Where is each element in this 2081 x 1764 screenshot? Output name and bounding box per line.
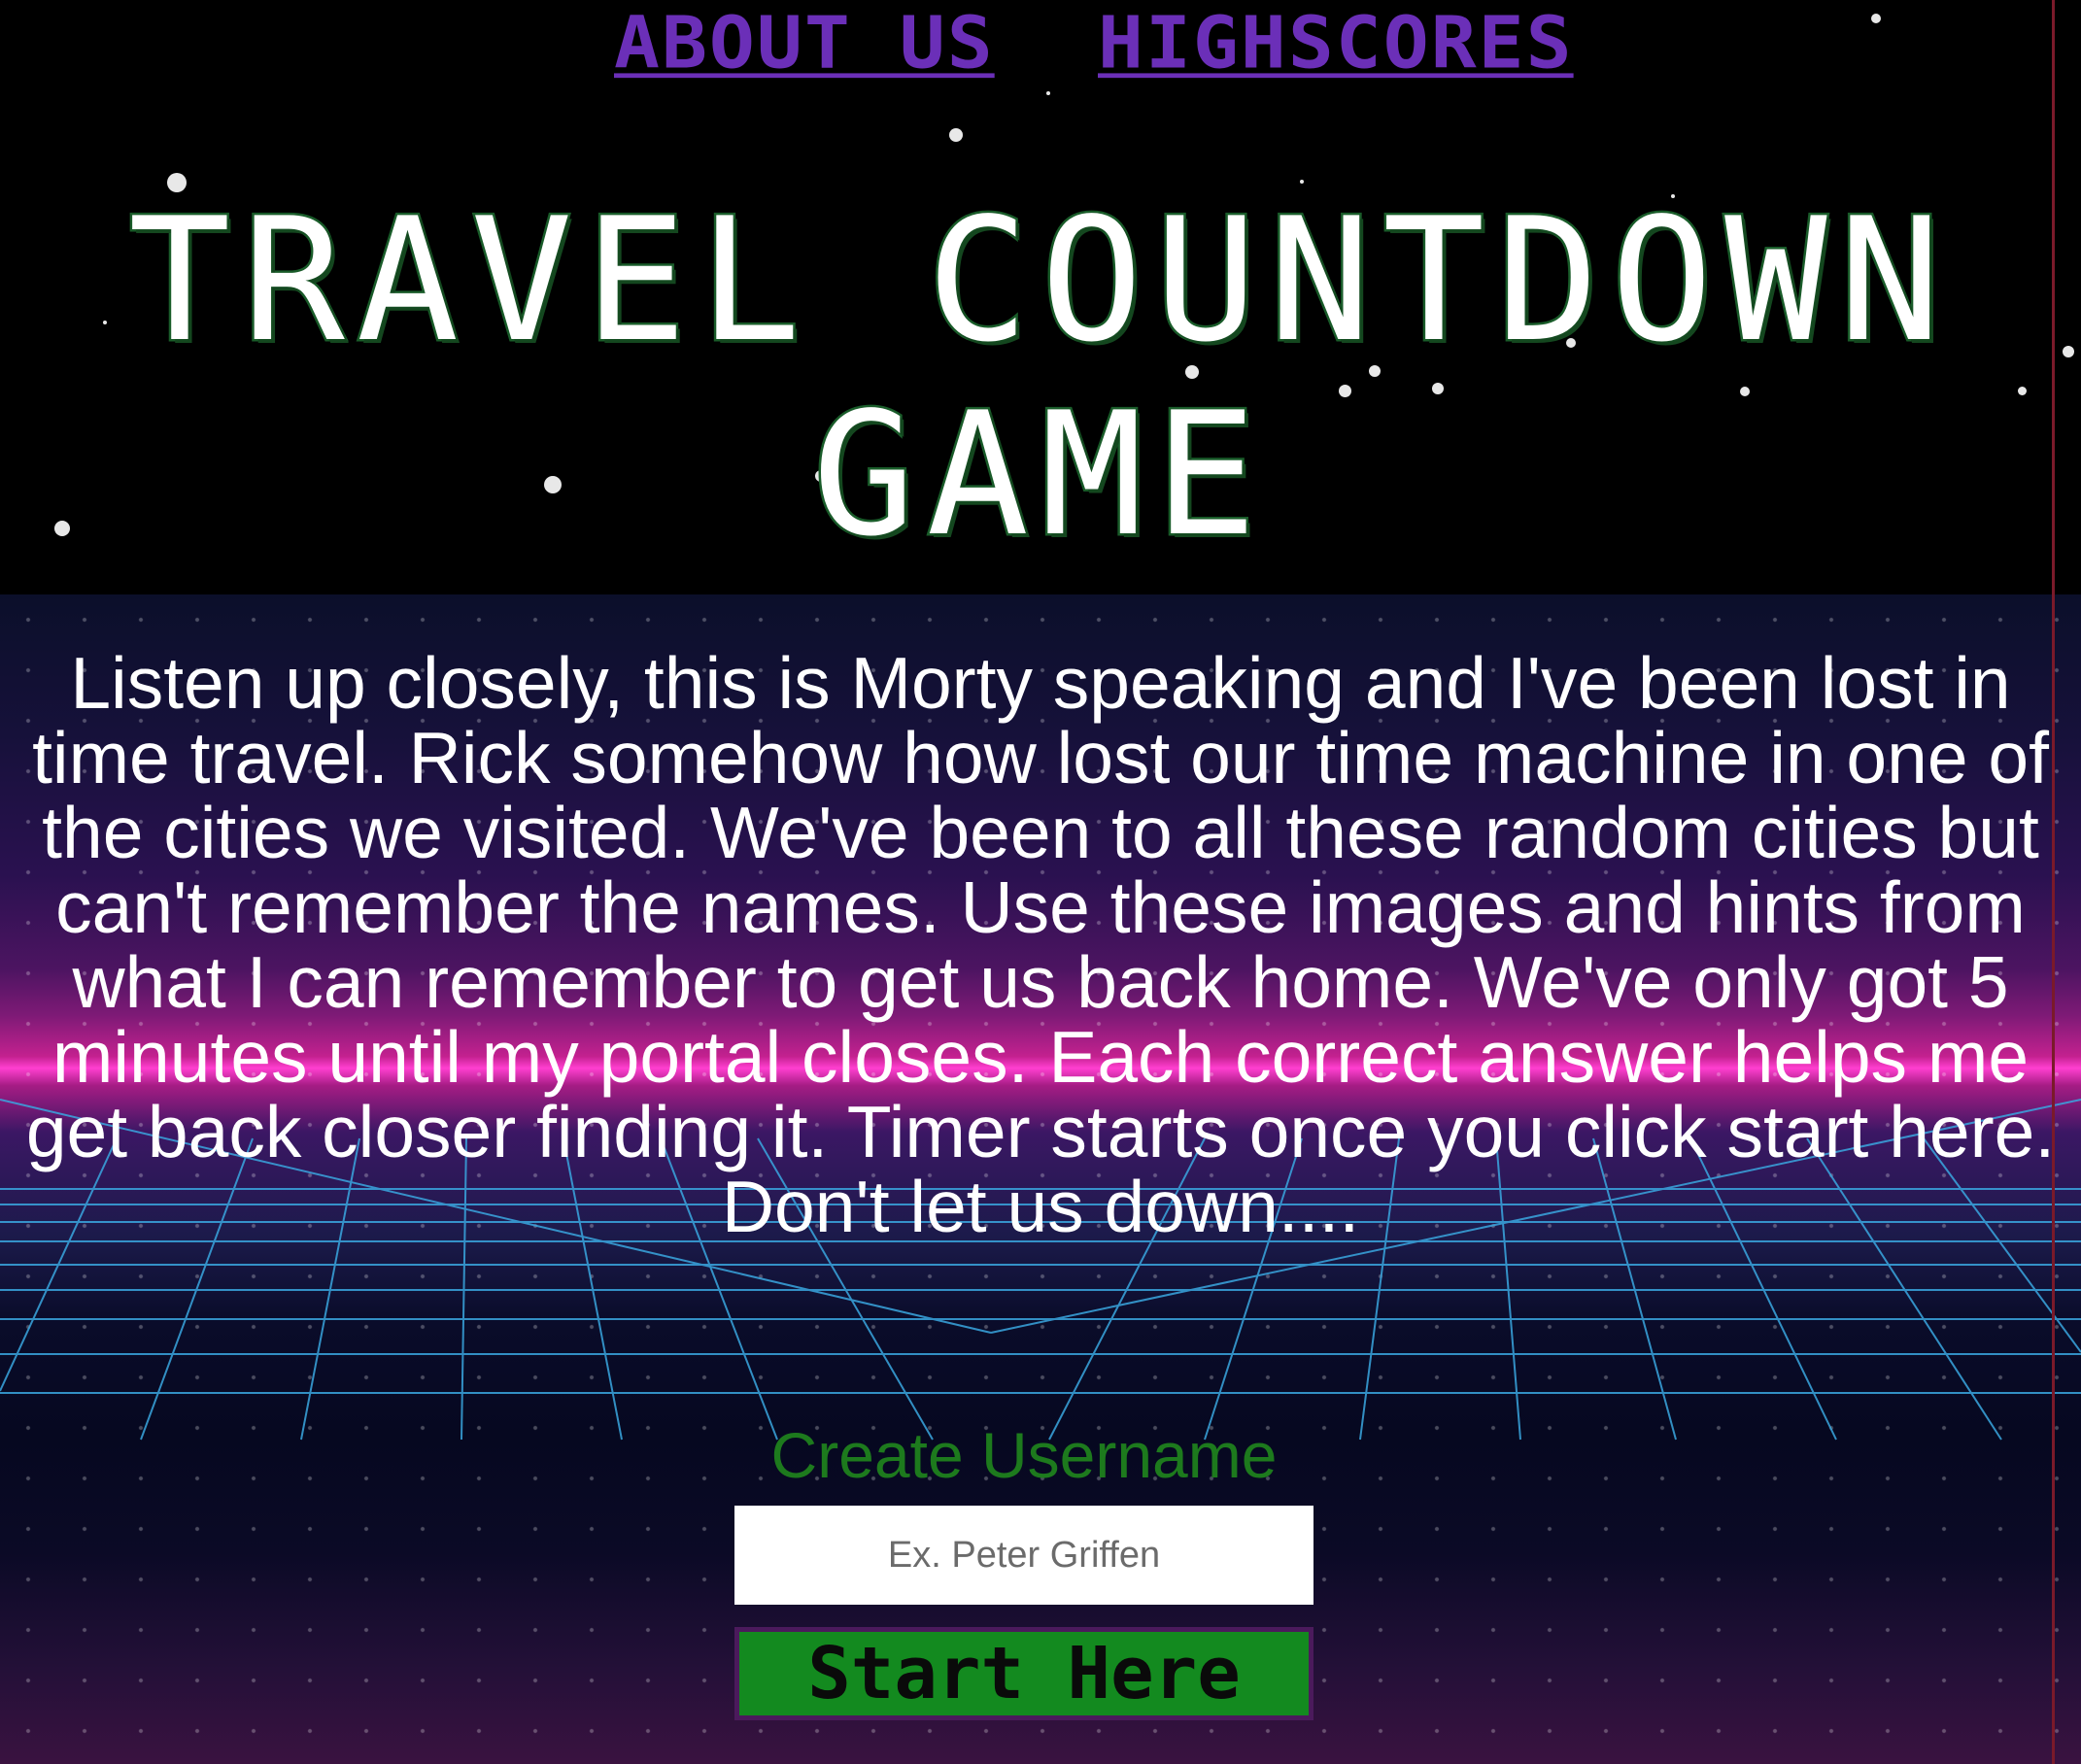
nav-link-about-us[interactable]: ABOUT US — [614, 2, 995, 85]
start-button[interactable]: Start Here — [734, 1627, 1313, 1720]
intro-story-text: Listen up closely, this is Morty speakin… — [25, 642, 2056, 1247]
create-username-label: Create Username — [770, 1419, 1278, 1491]
star — [949, 128, 963, 142]
nav-link-highscores[interactable]: HIGHSCORES — [1098, 2, 1574, 85]
username-input[interactable] — [734, 1506, 1313, 1605]
top-nav: ABOUT US HIGHSCORES — [0, 0, 2081, 87]
star — [1046, 91, 1050, 95]
space-header: ABOUT US HIGHSCORES TRAVEL COUNTDOWN GAM… — [0, 0, 2081, 594]
page-edge-line — [2052, 0, 2055, 1764]
page-title: TRAVEL COUNTDOWN GAME — [126, 182, 1953, 575]
